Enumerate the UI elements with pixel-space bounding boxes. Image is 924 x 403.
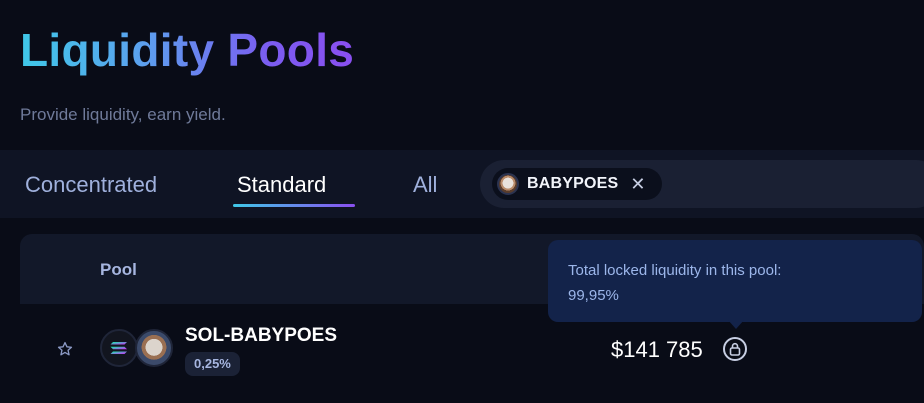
token-chip-label: BABYPOES	[527, 175, 619, 192]
close-icon[interactable]: ✕	[630, 175, 645, 193]
sol-token-icon	[100, 329, 138, 367]
column-header-pool[interactable]: Pool	[100, 260, 137, 280]
babypoes-token-icon	[135, 329, 173, 367]
pool-tvl-value: $141 785	[611, 337, 703, 362]
lock-icon[interactable]	[723, 337, 747, 361]
locked-liquidity-tooltip: Total locked liquidity in this pool: 99,…	[548, 240, 922, 322]
active-tab-indicator	[233, 204, 355, 207]
tab-standard[interactable]: Standard	[237, 172, 326, 198]
pool-pair-name[interactable]: SOL-BABYPOES	[185, 325, 337, 347]
page-title: Liquidity Pools	[20, 24, 355, 76]
page-subtitle: Provide liquidity, earn yield.	[20, 105, 226, 124]
babypoes-token-icon	[497, 173, 519, 195]
fee-badge: 0,25%	[185, 352, 240, 376]
tab-all[interactable]: All	[413, 172, 437, 198]
tooltip-arrow	[728, 320, 744, 329]
pool-type-tabs: Concentrated Standard All BABYPOES ✕	[0, 150, 924, 218]
tab-concentrated[interactable]: Concentrated	[25, 172, 157, 198]
token-filter-input[interactable]: BABYPOES ✕	[480, 160, 924, 208]
token-filter-chip[interactable]: BABYPOES ✕	[492, 168, 662, 200]
star-icon[interactable]	[56, 340, 74, 358]
tooltip-label: Total locked liquidity in this pool:	[568, 262, 782, 279]
tooltip-value: 99,95%	[568, 287, 619, 304]
